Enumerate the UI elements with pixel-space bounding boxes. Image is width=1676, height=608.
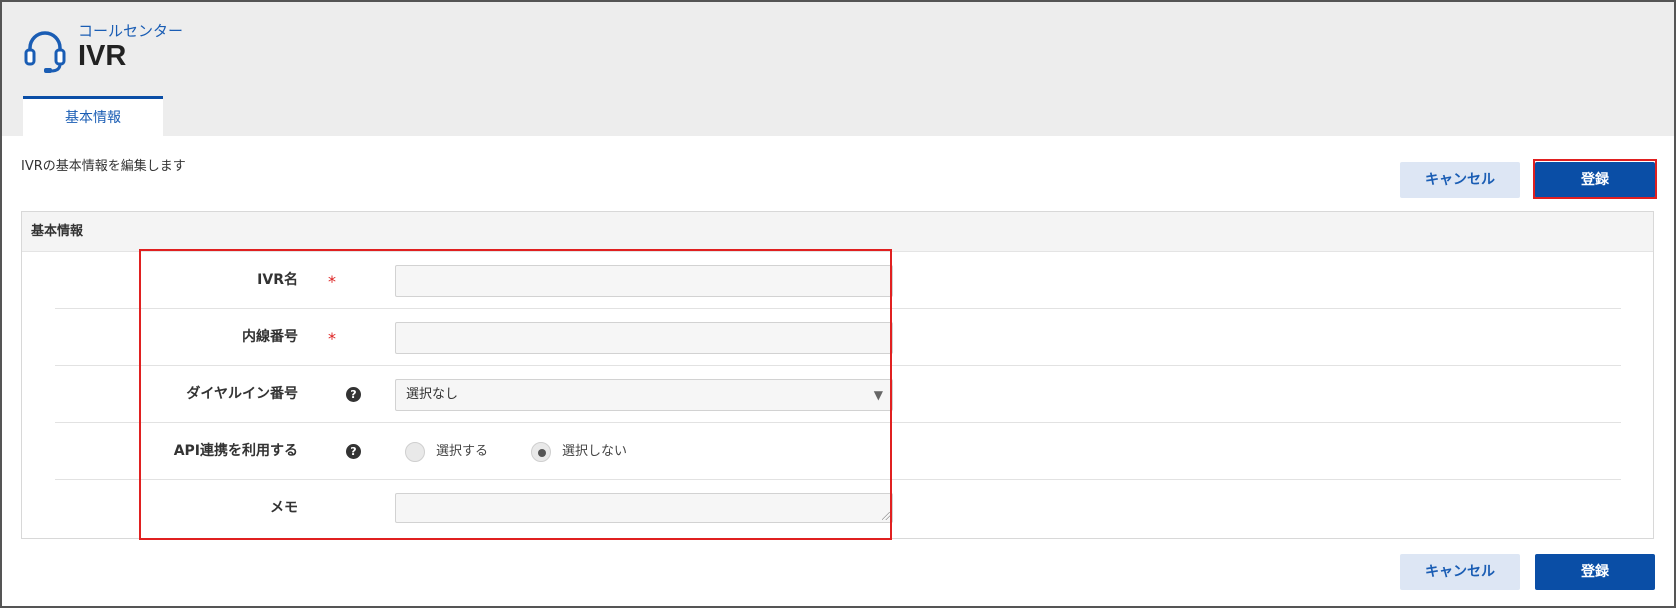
memo-label: メモ: [270, 500, 298, 516]
dial-in-label: ダイヤルイン番号: [186, 386, 298, 402]
headset-icon: [24, 31, 66, 73]
help-icon[interactable]: ?: [346, 387, 361, 402]
page-header: コールセンター IVR 基本情報: [2, 2, 1674, 138]
api-not-use-label[interactable]: 選択しない: [562, 423, 627, 480]
tab-basic-info[interactable]: 基本情報: [23, 96, 163, 138]
required-mark: *: [328, 272, 336, 291]
register-button-bottom[interactable]: 登録: [1535, 554, 1655, 590]
cancel-button-top[interactable]: キャンセル: [1400, 162, 1520, 198]
dial-in-selected-value: 選択なし: [406, 387, 459, 402]
dial-in-select[interactable]: 選択なし ▼: [395, 379, 893, 411]
page-subtitle: コールセンター: [78, 22, 184, 40]
ivr-name-row: IVR名 *: [55, 252, 1621, 309]
api-use-label[interactable]: 選択する: [436, 423, 488, 480]
extension-input[interactable]: [395, 322, 893, 354]
api-not-use-radio[interactable]: [531, 442, 551, 462]
required-mark: *: [328, 329, 336, 348]
ivr-name-input[interactable]: [395, 265, 893, 297]
panel-title: 基本情報: [22, 212, 1653, 252]
dial-in-row: ダイヤルイン番号 ? 選択なし ▼: [55, 366, 1621, 423]
memo-textarea[interactable]: [395, 493, 893, 523]
extension-label: 内線番号: [242, 329, 298, 345]
basic-info-panel: 基本情報 IVR名 * 内線番号 * ダイヤルイン番号 ? 選択なし ▼ API…: [21, 211, 1654, 539]
page-description: IVRの基本情報を編集します: [21, 159, 186, 174]
page-title: IVR: [78, 40, 127, 72]
ivr-name-label: IVR名: [257, 272, 298, 288]
cancel-button-bottom[interactable]: キャンセル: [1400, 554, 1520, 590]
register-button-top[interactable]: 登録: [1535, 162, 1655, 198]
api-label: API連携を利用する: [173, 443, 298, 459]
memo-row: メモ: [55, 480, 1621, 537]
resize-grip-icon[interactable]: [882, 512, 890, 520]
extension-row: 内線番号 *: [55, 309, 1621, 366]
dropdown-arrow-icon: ▼: [873, 388, 883, 402]
api-row: API連携を利用する ? 選択する 選択しない: [55, 423, 1621, 480]
help-icon[interactable]: ?: [346, 444, 361, 459]
api-use-radio[interactable]: [405, 442, 425, 462]
